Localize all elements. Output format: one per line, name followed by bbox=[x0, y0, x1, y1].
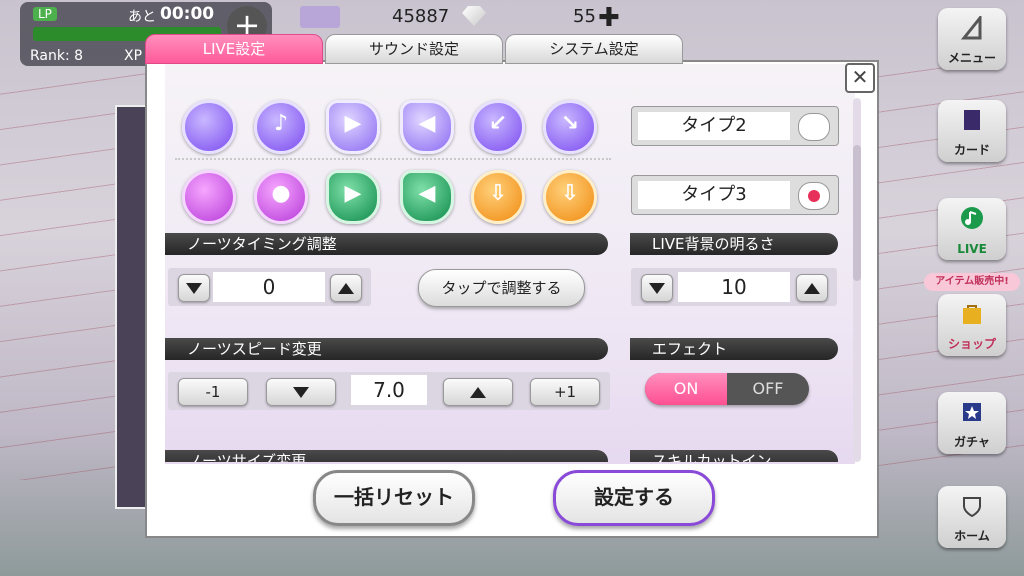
triangle-up-icon bbox=[338, 283, 354, 294]
type-option-3-label: タイプ3 bbox=[638, 181, 790, 209]
note-speed-header: ノーツスピード変更 bbox=[165, 338, 608, 360]
flick-left-note-icon: ◀ bbox=[400, 100, 454, 154]
type-option-2[interactable]: タイプ2 bbox=[631, 106, 839, 146]
arrow-down-left-icon: ↙ bbox=[488, 111, 508, 136]
note-timing-value: 0 bbox=[213, 272, 325, 302]
arrow-left-icon: ◀ bbox=[418, 111, 436, 136]
flick-right-note-icon: ▶ bbox=[326, 100, 380, 154]
card-icon bbox=[964, 110, 980, 130]
arrow-down-icon: ⇩ bbox=[560, 181, 580, 206]
note-size-header: ノーツサイズ変更 bbox=[165, 450, 608, 462]
gem-count: 55 bbox=[573, 6, 596, 27]
arrow-left-icon: ◀ bbox=[418, 181, 436, 206]
gacha-label: ガチャ bbox=[954, 435, 990, 449]
menu-logo-icon bbox=[960, 16, 982, 40]
close-icon[interactable]: ✕ bbox=[845, 63, 875, 93]
triangle-down-icon bbox=[649, 283, 665, 294]
type-option-2-label: タイプ2 bbox=[638, 112, 790, 140]
type-option-3[interactable]: タイプ3 bbox=[631, 175, 839, 215]
lp-ato-label: あと bbox=[128, 9, 156, 25]
type-option-2-radio[interactable] bbox=[798, 113, 830, 141]
music-note-icon: ♪ bbox=[273, 111, 289, 136]
live-bg-brightness-header: LIVE背景の明るさ bbox=[630, 233, 838, 255]
gacha-card-icon bbox=[963, 403, 981, 421]
arrow-right-icon: ▶ bbox=[344, 181, 362, 206]
flick-down-left-note-icon: ⇩ bbox=[471, 170, 525, 224]
triangle-up-icon bbox=[804, 283, 820, 294]
card-button[interactable]: カード bbox=[938, 100, 1006, 162]
note-timing-header: ノーツタイミング調整 bbox=[165, 233, 608, 255]
tab-live-settings[interactable]: LIVE設定 bbox=[145, 34, 323, 64]
triangle-down-icon bbox=[186, 283, 202, 294]
note-speed-minus-one-button[interactable]: -1 bbox=[178, 378, 248, 406]
apply-settings-button[interactable]: 設定する bbox=[553, 470, 715, 526]
radio-selected-dot bbox=[808, 190, 820, 202]
effect-toggle[interactable]: ON OFF bbox=[645, 373, 809, 405]
live-music-icon bbox=[961, 207, 983, 229]
effect-header: エフェクト bbox=[630, 338, 838, 360]
note-speed-plus-one-button[interactable]: +1 bbox=[530, 378, 600, 406]
brightness-decrease-button[interactable] bbox=[641, 274, 673, 302]
tab-system-settings[interactable]: システム設定 bbox=[505, 34, 683, 64]
effect-off-option[interactable]: OFF bbox=[727, 373, 809, 405]
shop-bag-icon bbox=[963, 305, 981, 324]
type-option-3-radio[interactable] bbox=[798, 182, 830, 210]
background-panel bbox=[115, 105, 149, 509]
scrollbar-thumb[interactable] bbox=[853, 145, 861, 281]
xp-label: XP bbox=[124, 48, 143, 64]
home-shield-icon bbox=[963, 497, 981, 518]
note-speed-value: 7.0 bbox=[351, 375, 427, 405]
gacha-button[interactable]: ガチャ bbox=[938, 392, 1006, 454]
lp-label: LP bbox=[33, 7, 57, 21]
arrow-right-icon: ▶ bbox=[344, 111, 362, 136]
note-speed-decrease-button[interactable] bbox=[266, 378, 336, 406]
promo-badge: アイテム販売中! bbox=[924, 273, 1020, 291]
note-timing-decrease-button[interactable] bbox=[178, 274, 210, 302]
triangle-down-icon bbox=[293, 387, 309, 398]
home-button[interactable]: ホーム bbox=[938, 486, 1006, 548]
brightness-value: 10 bbox=[678, 272, 790, 302]
rank-label: Rank: 8 bbox=[30, 48, 84, 64]
lp-timer: 00:00 bbox=[160, 4, 215, 24]
gem-icon bbox=[462, 6, 486, 26]
shop-label: ショップ bbox=[947, 337, 996, 351]
flick-down-right-note-icon: ⇩ bbox=[543, 170, 597, 224]
money-count: 45887 bbox=[392, 6, 450, 27]
ring-icon: ● bbox=[271, 181, 291, 206]
divider bbox=[175, 158, 611, 160]
home-label: ホーム bbox=[954, 529, 990, 543]
note-size-header-clip: ノーツサイズ変更 bbox=[165, 450, 608, 462]
flick-down-left-note-icon: ↙ bbox=[471, 100, 525, 154]
note-timing-increase-button[interactable] bbox=[330, 274, 362, 302]
tap-adjust-button[interactable]: タップで調整する bbox=[418, 269, 585, 307]
tab-sound-settings[interactable]: サウンド設定 bbox=[325, 34, 503, 64]
arrow-down-icon: ⇩ bbox=[488, 181, 508, 206]
skill-cutin-header-clip: スキルカットイン bbox=[630, 450, 838, 462]
skill-cutin-header: スキルカットイン bbox=[630, 450, 838, 462]
money-icon bbox=[300, 6, 340, 28]
note-speed-increase-button[interactable] bbox=[443, 378, 513, 406]
menu-button[interactable]: メニュー bbox=[938, 8, 1006, 70]
live-button[interactable]: LIVE bbox=[938, 198, 1006, 260]
hold-note-icon: ♪ bbox=[254, 100, 308, 154]
hold-note-icon: ● bbox=[254, 170, 308, 224]
flick-left-note-icon: ◀ bbox=[400, 170, 454, 224]
gem-add-button[interactable]: ✚ bbox=[598, 3, 620, 33]
shop-button[interactable]: ショップ bbox=[938, 294, 1006, 356]
flick-down-right-note-icon: ↘ bbox=[543, 100, 597, 154]
menu-label: メニュー bbox=[947, 51, 996, 65]
tap-note-icon bbox=[182, 100, 236, 154]
reset-all-button[interactable]: 一括リセット bbox=[313, 470, 475, 526]
live-label: LIVE bbox=[957, 242, 987, 256]
brightness-increase-button[interactable] bbox=[796, 274, 828, 302]
card-label: カード bbox=[953, 143, 990, 157]
flick-right-note-icon: ▶ bbox=[326, 170, 380, 224]
arrow-down-right-icon: ↘ bbox=[560, 111, 580, 136]
effect-on-option[interactable]: ON bbox=[645, 373, 727, 405]
tap-note-icon bbox=[182, 170, 236, 224]
triangle-up-icon bbox=[470, 387, 486, 398]
